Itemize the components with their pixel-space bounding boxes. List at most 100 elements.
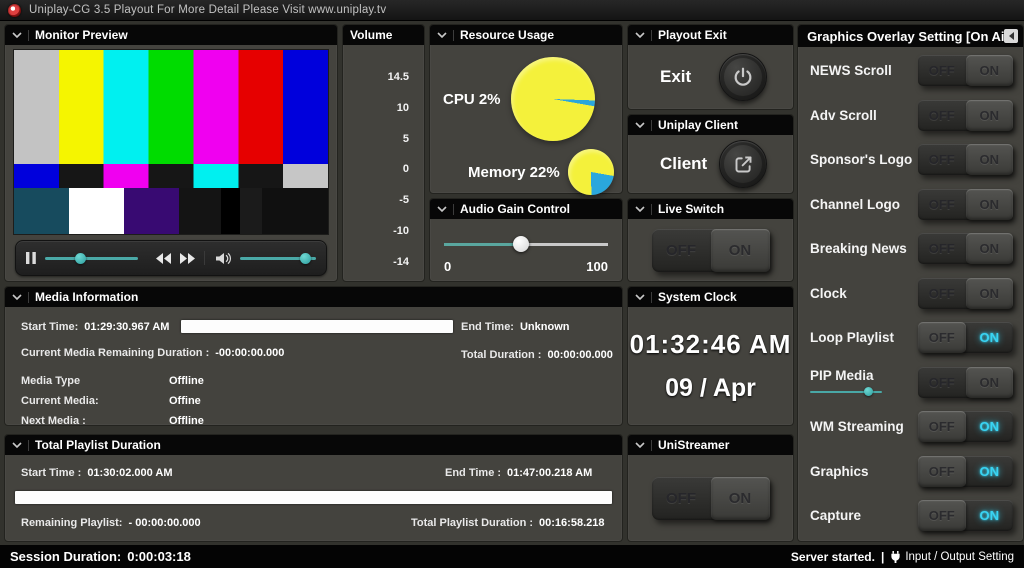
- overlay-item-label: Breaking News: [810, 241, 907, 256]
- toggle-capture[interactable]: OFFON: [918, 500, 1013, 531]
- client-button[interactable]: [719, 140, 767, 188]
- exit-button[interactable]: [719, 53, 767, 101]
- volume-tick: -14: [393, 256, 409, 268]
- panel-header: Audio Gain Control: [430, 199, 622, 219]
- panel-title: Media Information: [35, 290, 138, 304]
- toggle-channel-logo[interactable]: OFFON: [918, 189, 1013, 220]
- overlay-row: Channel Logo OFFON: [810, 189, 1013, 220]
- overlay-row: WM Streaming OFFON: [810, 411, 1013, 442]
- overlay-row: PIP Media OFFON: [810, 367, 1013, 398]
- panel-title: Monitor Preview: [35, 28, 128, 42]
- chevron-down-icon[interactable]: [12, 442, 22, 449]
- toggle-clock[interactable]: OFFON: [918, 278, 1013, 309]
- header-divider: [28, 292, 29, 303]
- system-clock-panel: System Clock 01:32:46 AM 09 / Apr: [627, 286, 794, 426]
- overlay-row: Sponsor's Logo OFFON: [810, 144, 1013, 175]
- audio-gain-max-label: 100: [586, 259, 608, 274]
- toggle-pip-media[interactable]: OFFON: [918, 367, 1013, 398]
- panel-title: Total Playlist Duration: [35, 438, 161, 452]
- audio-gain-slider[interactable]: [444, 235, 608, 253]
- volume-slider-thumb[interactable]: [300, 253, 311, 264]
- toggle-wm-streaming[interactable]: OFFON: [918, 411, 1013, 442]
- media-type-value: Offline: [169, 375, 204, 387]
- total-playlist-duration-value: 00:16:58.218: [539, 517, 604, 529]
- live-switch-toggle[interactable]: OFF ON: [652, 229, 770, 272]
- memory-pie-chart: [568, 149, 614, 195]
- collapse-sidebar-button[interactable]: [1004, 29, 1018, 43]
- switch-off-label: OFF: [652, 477, 711, 520]
- remaining-playlist-label: Remaining Playlist:: [21, 517, 122, 529]
- memory-usage-label: Memory 22%: [468, 164, 560, 181]
- total-duration-value: 00:00:00.000: [547, 349, 612, 361]
- overlay-item-label: NEWS Scroll: [810, 63, 892, 78]
- volume-tick: -10: [393, 225, 409, 237]
- chevron-down-icon[interactable]: [635, 32, 645, 39]
- chevron-left-icon: [1008, 32, 1015, 40]
- unistreamer-toggle[interactable]: OFF ON: [652, 477, 770, 520]
- overlay-item-label: WM Streaming: [810, 419, 904, 434]
- seek-slider-thumb[interactable]: [75, 253, 86, 264]
- audio-gain-min-label: 0: [444, 259, 451, 274]
- app-logo-icon: [8, 4, 21, 17]
- toggle-sponsors-logo[interactable]: OFFON: [918, 144, 1013, 175]
- media-info-row: Current Media: Offine: [21, 395, 201, 407]
- color-bars-row-main: [14, 50, 328, 164]
- audio-gain-track-filled: [444, 243, 521, 246]
- pause-icon: [26, 252, 36, 264]
- audio-gain-panel: Audio Gain Control 0 100: [429, 198, 623, 282]
- mute-button[interactable]: [216, 252, 232, 265]
- plug-icon: [890, 551, 901, 563]
- uniplay-app-window: Uniplay-CG 3.5 Playout For More Detail P…: [0, 0, 1024, 568]
- overlay-item-label: Adv Scroll: [810, 108, 877, 123]
- volume-slider[interactable]: [240, 251, 316, 265]
- audio-gain-thumb[interactable]: [513, 236, 529, 252]
- toggle-loop-playlist[interactable]: OFFON: [918, 322, 1013, 353]
- overlay-item-label: Channel Logo: [810, 197, 900, 212]
- start-time-value: 01:29:30.967 AM: [84, 321, 169, 333]
- panel-header: UniStreamer: [628, 435, 793, 455]
- pip-media-slider[interactable]: [810, 387, 882, 397]
- header-divider: [28, 30, 29, 41]
- chevron-down-icon[interactable]: [437, 206, 447, 213]
- fast-forward-button[interactable]: [180, 253, 195, 264]
- header-divider: [651, 30, 652, 41]
- overlay-row: Clock OFFON: [810, 278, 1013, 309]
- chevron-down-icon[interactable]: [635, 122, 645, 129]
- toggle-news-scroll[interactable]: OFFON: [918, 55, 1013, 86]
- chevron-down-icon[interactable]: [437, 32, 447, 39]
- playlist-progress-bar: [15, 491, 612, 504]
- io-setting-label: Input / Output Setting: [905, 551, 1014, 563]
- panel-header: Total Playlist Duration: [5, 435, 622, 455]
- playout-exit-panel: Playout Exit Exit: [627, 24, 794, 110]
- media-information-panel: Media Information Start Time: 01:29:30.9…: [4, 286, 623, 426]
- panel-header: Graphics Overlay Setting [On Air]: [798, 25, 1023, 47]
- pause-button[interactable]: [26, 252, 36, 264]
- next-media-value: Offline: [169, 415, 204, 427]
- header-divider: [28, 440, 29, 451]
- chevron-down-icon[interactable]: [635, 294, 645, 301]
- overlay-item-label: Graphics: [810, 464, 869, 479]
- media-info-row: Next Media : Offline: [21, 415, 204, 427]
- color-bars-row-pluge: [14, 188, 328, 234]
- chevron-down-icon[interactable]: [635, 442, 645, 449]
- toggle-breaking-news[interactable]: OFFON: [918, 233, 1013, 264]
- seek-slider[interactable]: [45, 251, 138, 265]
- toggle-adv-scroll[interactable]: OFFON: [918, 100, 1013, 131]
- io-setting-button[interactable]: Input / Output Setting: [890, 551, 1014, 563]
- rewind-button[interactable]: [156, 253, 171, 264]
- panel-title: Uniplay Client: [658, 118, 738, 132]
- header-divider: [651, 204, 652, 215]
- pip-slider-thumb[interactable]: [864, 387, 873, 396]
- toggle-graphics[interactable]: OFFON: [918, 456, 1013, 487]
- live-switch-panel: Live Switch OFF ON: [627, 198, 794, 282]
- status-separator: |: [881, 550, 884, 564]
- overlay-row: Adv Scroll OFFON: [810, 100, 1013, 131]
- chevron-down-icon[interactable]: [12, 32, 22, 39]
- overlay-row: Capture OFFON: [810, 500, 1013, 531]
- graphics-overlay-panel: Graphics Overlay Setting [On Air] NEWS S…: [797, 24, 1024, 542]
- cpu-usage-label: CPU 2%: [443, 91, 501, 108]
- panel-header: Volume: [343, 25, 424, 45]
- chevron-down-icon[interactable]: [635, 206, 645, 213]
- chevron-down-icon[interactable]: [12, 294, 22, 301]
- panel-header: Uniplay Client: [628, 115, 793, 135]
